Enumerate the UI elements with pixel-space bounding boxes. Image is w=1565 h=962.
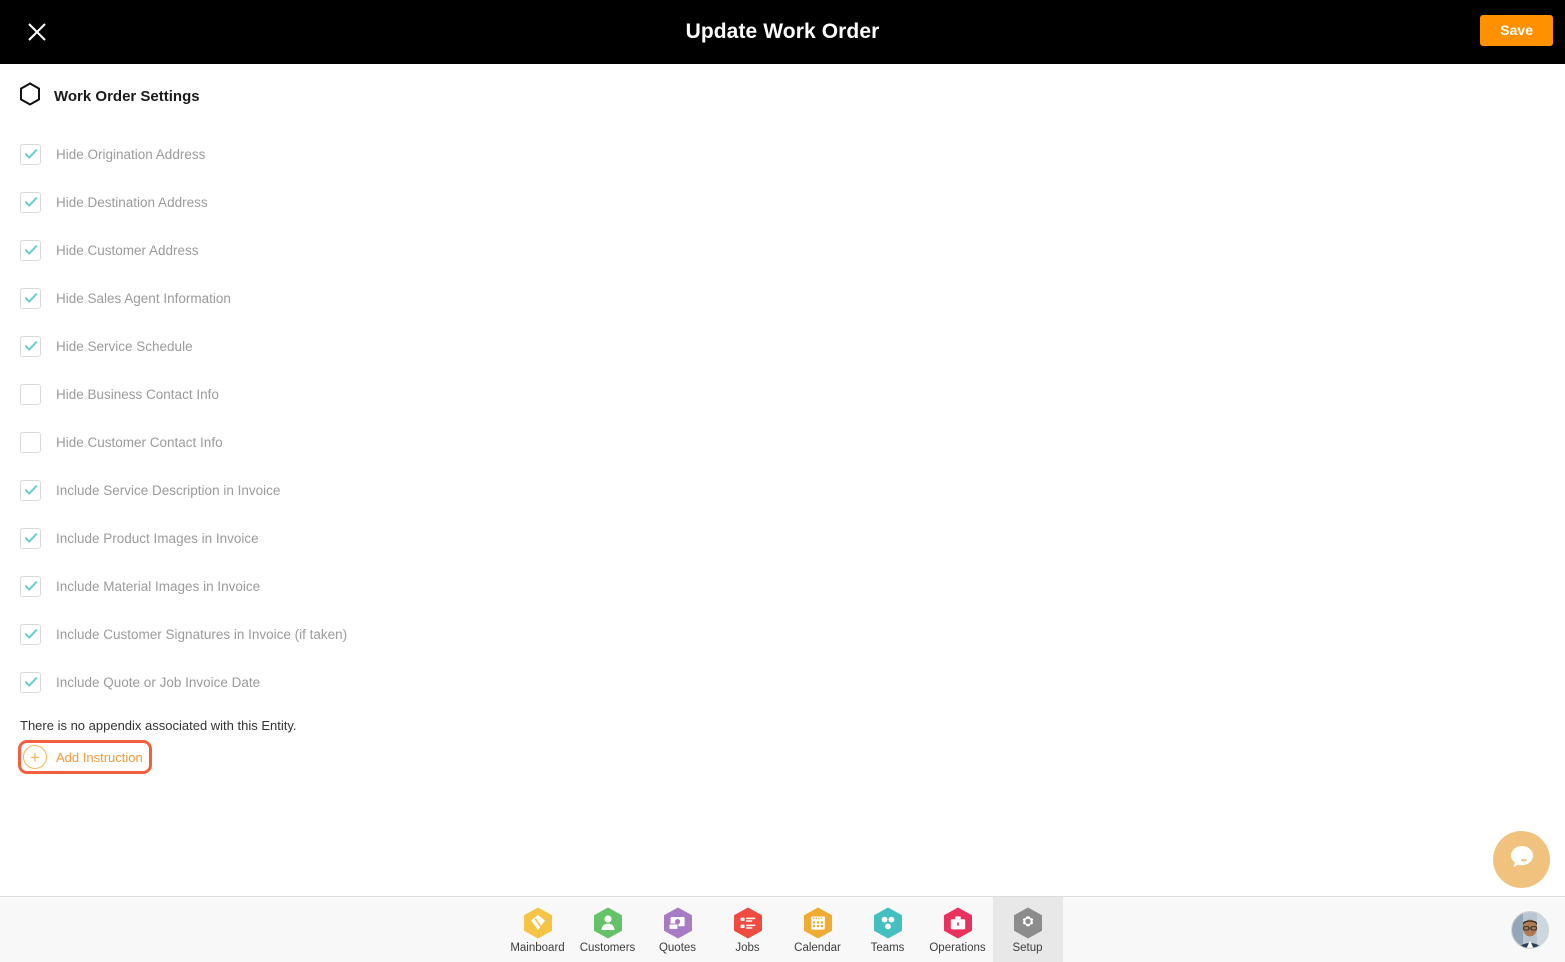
setting-row[interactable]: Hide Service Schedule bbox=[0, 322, 900, 370]
setting-row[interactable]: Hide Origination Address bbox=[0, 130, 900, 178]
hexagon-icon bbox=[19, 81, 41, 111]
checkbox-checked[interactable] bbox=[20, 527, 41, 549]
setting-row[interactable]: Hide Customer Contact Info bbox=[0, 418, 900, 466]
page-title: Update Work Order bbox=[685, 20, 880, 43]
setting-label: Hide Business Contact Info bbox=[56, 386, 219, 402]
nav-item-label: Teams bbox=[870, 941, 905, 954]
avatar[interactable] bbox=[1511, 911, 1549, 949]
setting-label: Include Customer Signatures in Invoice (… bbox=[56, 626, 348, 642]
section-title: Work Order Settings bbox=[54, 87, 200, 105]
chat-bubble-icon bbox=[1507, 842, 1537, 877]
update-work-order-screen: Update Work Order Save Work Order Settin… bbox=[0, 0, 1565, 962]
nav-item-calendar[interactable]: Calendar bbox=[783, 897, 853, 962]
top-bar: Update Work Order Save bbox=[0, 0, 1565, 64]
add-instruction-button[interactable]: + Add Instruction bbox=[18, 740, 152, 774]
setting-row[interactable]: Include Quote or Job Invoice Date bbox=[0, 658, 900, 706]
nav-item-teams[interactable]: Teams bbox=[853, 897, 923, 962]
nav-item-jobs[interactable]: Jobs bbox=[713, 897, 783, 962]
setting-label: Hide Sales Agent Information bbox=[56, 290, 231, 306]
setting-label: Hide Destination Address bbox=[56, 194, 208, 210]
briefcase-icon bbox=[941, 906, 975, 940]
setting-row[interactable]: Include Service Description in Invoice bbox=[0, 466, 900, 514]
checkbox-checked[interactable] bbox=[20, 575, 41, 597]
nav-item-label: Calendar bbox=[794, 941, 841, 954]
person-icon bbox=[591, 906, 625, 940]
nav-item-customers[interactable]: Customers bbox=[573, 897, 643, 962]
plus-circle-icon: + bbox=[23, 745, 47, 769]
add-instruction-label: Add Instruction bbox=[56, 749, 143, 765]
chat-widget-button[interactable] bbox=[1493, 831, 1550, 888]
checkbox-checked[interactable] bbox=[20, 287, 41, 309]
nav-item-quotes[interactable]: Quotes bbox=[643, 897, 713, 962]
checkbox-checked[interactable] bbox=[20, 479, 41, 501]
bottom-navigation-bar: Mainboard Customers Quotes Jobs Calendar Team… bbox=[0, 896, 1565, 962]
setting-row[interactable]: Hide Business Contact Info bbox=[0, 370, 900, 418]
setting-label: Include Material Images in Invoice bbox=[56, 578, 261, 594]
nav-item-label: Customers bbox=[579, 941, 636, 954]
checkbox-checked[interactable] bbox=[20, 191, 41, 213]
nav-item-mainboard[interactable]: Mainboard bbox=[503, 897, 573, 962]
teams-dots-icon bbox=[871, 906, 905, 940]
setting-label: Hide Service Schedule bbox=[56, 338, 193, 354]
nav-item-label: Setup bbox=[1012, 941, 1043, 954]
setting-label: Hide Origination Address bbox=[56, 146, 206, 162]
setting-row[interactable]: Include Material Images in Invoice bbox=[0, 562, 900, 610]
setting-label: Include Service Description in Invoice bbox=[56, 482, 281, 498]
nav-item-setup[interactable]: Setup bbox=[992, 897, 1063, 962]
setting-row[interactable]: Hide Destination Address bbox=[0, 178, 900, 226]
setting-label: Hide Customer Address bbox=[56, 242, 199, 258]
setting-label: Include Product Images in Invoice bbox=[56, 530, 259, 546]
mainboard-icon bbox=[521, 906, 555, 940]
checkbox-unchecked[interactable] bbox=[20, 431, 41, 453]
checkbox-checked[interactable] bbox=[20, 671, 41, 693]
section-header: Work Order Settings bbox=[0, 64, 1565, 128]
list-icon bbox=[731, 906, 765, 940]
work-order-settings-list: Hide Origination Address Hide Destination… bbox=[0, 130, 900, 706]
calendar-icon bbox=[801, 906, 835, 940]
checkbox-checked[interactable] bbox=[20, 335, 41, 357]
setting-row[interactable]: Hide Customer Address bbox=[0, 226, 900, 274]
setting-label: Hide Customer Contact Info bbox=[56, 434, 223, 450]
nav-item-label: Operations bbox=[929, 941, 986, 954]
appendix-note: There is no appendix associated with thi… bbox=[20, 718, 297, 733]
checkbox-checked[interactable] bbox=[20, 143, 41, 165]
save-button[interactable]: Save bbox=[1480, 15, 1553, 47]
checkbox-unchecked[interactable] bbox=[20, 383, 41, 405]
setting-row[interactable]: Include Product Images in Invoice bbox=[0, 514, 900, 562]
setting-row[interactable]: Include Customer Signatures in Invoice (… bbox=[0, 610, 900, 658]
setting-label: Include Quote or Job Invoice Date bbox=[56, 674, 261, 690]
nav-item-label: Jobs bbox=[735, 941, 760, 954]
setting-row[interactable]: Hide Sales Agent Information bbox=[0, 274, 900, 322]
checkbox-checked[interactable] bbox=[20, 239, 41, 261]
money-icon bbox=[661, 906, 695, 940]
gear-icon bbox=[1011, 906, 1045, 940]
nav-item-label: Quotes bbox=[658, 941, 697, 954]
nav-item-operations[interactable]: Operations bbox=[923, 897, 993, 962]
checkbox-checked[interactable] bbox=[20, 623, 41, 645]
nav-item-label: Mainboard bbox=[510, 941, 565, 954]
